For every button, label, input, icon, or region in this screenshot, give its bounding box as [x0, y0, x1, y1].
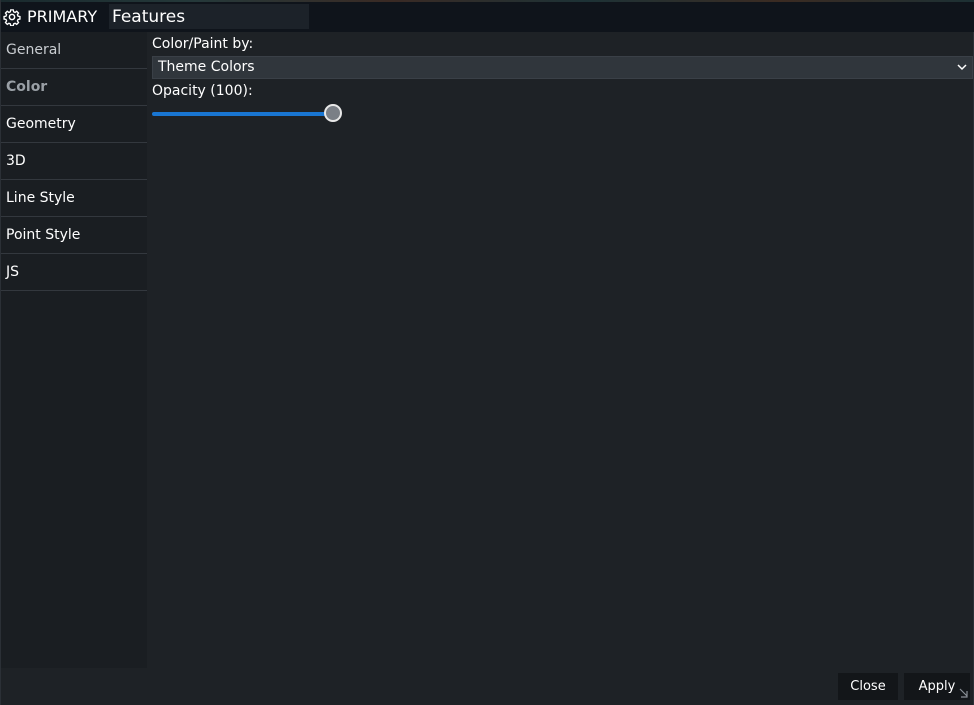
title-accent-strip: [1, 0, 974, 2]
sidebar-item-general[interactable]: General: [1, 32, 147, 69]
layer-name-label: PRIMARY: [27, 7, 98, 26]
opacity-slider-thumb[interactable]: [324, 104, 342, 122]
paint-by-selected-value: Theme Colors: [158, 59, 255, 75]
feature-settings-dialog: PRIMARY General Color Geometry 3D Line S…: [0, 0, 974, 705]
opacity-slider[interactable]: [152, 104, 347, 126]
opacity-label: Opacity (100):: [152, 83, 253, 99]
close-button[interactable]: Close: [838, 673, 898, 700]
sidebar-item-3d[interactable]: 3D: [1, 143, 147, 180]
sidebar-item-point-style[interactable]: Point Style: [1, 217, 147, 254]
paint-by-label: Color/Paint by:: [152, 36, 254, 52]
sidebar-item-line-style[interactable]: Line Style: [1, 180, 147, 217]
sidebar-item-js[interactable]: JS: [1, 254, 147, 291]
sidebar-item-color[interactable]: Color: [1, 69, 147, 106]
paint-by-select[interactable]: Theme Colors: [152, 56, 973, 79]
color-settings-panel: Color/Paint by: Theme Colors Opacity (10…: [152, 32, 973, 126]
chevron-down-icon: [957, 64, 967, 71]
settings-sidebar: General Color Geometry 3D Line Style Poi…: [1, 32, 147, 668]
gear-icon[interactable]: [3, 8, 21, 26]
layer-title-input[interactable]: [109, 4, 309, 29]
opacity-slider-track: [152, 112, 334, 116]
title-bar[interactable]: PRIMARY: [1, 0, 974, 32]
sidebar-item-geometry[interactable]: Geometry: [1, 106, 147, 143]
resize-handle-icon[interactable]: [957, 687, 969, 699]
